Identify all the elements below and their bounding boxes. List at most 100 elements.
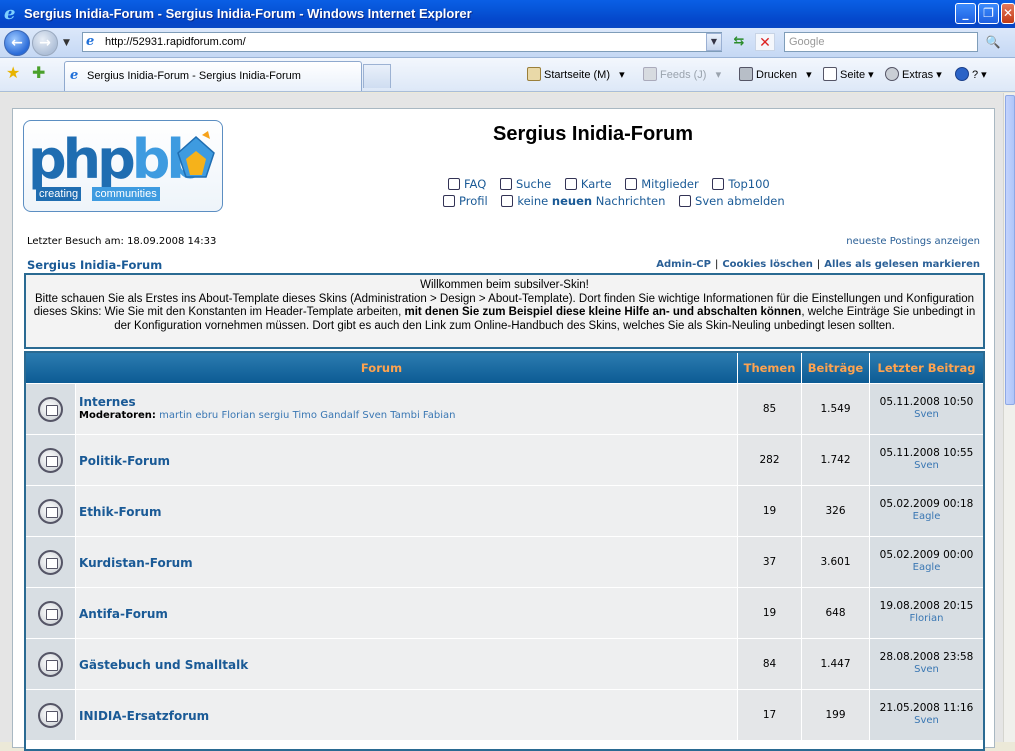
profile-icon	[443, 195, 455, 207]
forum-link[interactable]: INIDIA-Ersatzforum	[79, 709, 209, 723]
nav-messages[interactable]: keine neuen Nachrichten	[501, 194, 665, 208]
home-icon	[527, 67, 541, 81]
search-icon	[499, 178, 512, 190]
moderators: Moderatoren: martin ebru Florian sergiu …	[79, 410, 455, 421]
mark-all-read-link[interactable]: Alles als gelesen markieren	[824, 259, 980, 270]
last-post-user[interactable]: Eagle	[870, 511, 983, 522]
forum-link[interactable]: Antifa-Forum	[79, 607, 168, 621]
stop-icon[interactable]: ✕	[755, 33, 775, 51]
last-post-user[interactable]: Eagle	[870, 562, 983, 573]
tab-active[interactable]: e Sergius Inidia-Forum - Sergius Inidia-…	[64, 61, 362, 91]
scrollbar-thumb[interactable]	[1005, 95, 1015, 405]
last-post-date: 05.11.2008 10:55	[879, 447, 974, 459]
forum-status-cell	[26, 384, 76, 434]
search-icon[interactable]: 🔍	[982, 32, 1004, 52]
nav-logout[interactable]: Sven abmelden	[679, 194, 785, 208]
last-post-cell: 05.11.2008 10:50 Sven	[870, 384, 983, 434]
last-post-user[interactable]: Sven	[870, 664, 983, 675]
minimize-button[interactable]: _	[955, 3, 976, 24]
help-menu-button[interactable]: ? ▾	[955, 67, 987, 83]
forward-button[interactable]: →	[32, 30, 58, 56]
phpbb-logo[interactable]: phpbb creating communities	[23, 120, 223, 212]
search-input[interactable]: Google	[784, 32, 978, 52]
window-titlebar: e Sergius Inidia-Forum - Sergius Inidia-…	[0, 0, 1015, 28]
newest-posts-link[interactable]: neueste Postings anzeigen	[846, 236, 980, 247]
last-post-user[interactable]: Sven	[870, 460, 983, 471]
delete-cookies-link[interactable]: Cookies löschen	[722, 259, 813, 270]
history-dropdown-icon[interactable]: ▼	[63, 38, 70, 48]
maximize-button[interactable]: ❐	[978, 3, 999, 24]
favorites-star-icon[interactable]: ★	[6, 65, 20, 81]
nav-members[interactable]: Mitglieder	[625, 177, 699, 191]
logo-php: php	[28, 128, 136, 191]
last-post-cell: 21.05.2008 11:16 Sven	[870, 690, 983, 740]
beitraege-count: 199	[802, 690, 870, 740]
forum-read-icon	[38, 550, 63, 575]
forum-link[interactable]: Politik-Forum	[79, 454, 170, 468]
nav-top100[interactable]: Top100	[712, 177, 770, 191]
themen-count: 17	[738, 690, 802, 740]
feeds-button[interactable]: Feeds (J) ▾	[643, 67, 721, 83]
table-row: Politik-Forum 282 1.742 05.11.2008 10:55 Sve…	[26, 434, 983, 485]
tab-title: Sergius Inidia-Forum - Sergius Inidia-Fo…	[87, 70, 301, 82]
table-header: Forum Themen Beiträge Letzter Beitrag	[26, 353, 983, 383]
header-themen: Themen	[738, 353, 802, 383]
new-tab-button[interactable]	[363, 64, 391, 88]
breadcrumb[interactable]: Sergius Inidia-Forum	[27, 258, 162, 272]
moderator-links[interactable]: martin ebru Florian sergiu Timo Gandalf …	[159, 410, 455, 421]
welcome-heading: Willkommen beim subsilver-Skin!	[420, 279, 589, 291]
refresh-icon[interactable]: ⇆	[729, 33, 749, 51]
site-title: Sergius Inidia-Forum	[493, 123, 694, 145]
forum-name-cell: Antifa-Forum	[76, 588, 738, 638]
back-button[interactable]: ←	[4, 30, 30, 56]
nav-members-label: Mitglieder	[641, 177, 699, 191]
home-button[interactable]: Startseite (M) ▾	[527, 67, 625, 83]
nav-links-row2: Profil keine neuen Nachrichten Sven abme…	[443, 194, 795, 208]
address-dropdown-icon[interactable]: ▼	[706, 33, 722, 51]
separator: |	[714, 259, 719, 270]
beitraege-count: 1.742	[802, 435, 870, 485]
printer-icon	[739, 67, 753, 81]
nav-profile[interactable]: Profil	[443, 194, 488, 208]
nav-top100-label: Top100	[728, 177, 770, 191]
last-post-date: 19.08.2008 20:15	[879, 600, 974, 612]
home-label: Startseite (M)	[544, 69, 611, 81]
help-label: ?	[972, 69, 979, 81]
tools-menu-button[interactable]: Extras ▾	[885, 67, 942, 83]
top100-icon	[712, 178, 725, 190]
forum-name-cell: INIDIA-Ersatzforum	[76, 690, 738, 740]
welcome-text: Bitte schauen Sie als Erstes ins About-T…	[32, 293, 977, 334]
nav-faq[interactable]: FAQ	[448, 177, 486, 191]
forum-read-icon	[38, 652, 63, 677]
last-post-user[interactable]: Sven	[870, 715, 983, 726]
forum-link[interactable]: Ethik-Forum	[79, 505, 161, 519]
header-letzter-beitrag: Letzter Beitrag	[877, 361, 976, 375]
beitraege-count: 1.549	[802, 384, 870, 434]
vertical-scrollbar[interactable]	[1003, 93, 1015, 742]
forum-status-cell	[26, 639, 76, 689]
page-menu-button[interactable]: Seite ▾	[823, 67, 874, 83]
close-button[interactable]: ✕	[1001, 3, 1015, 24]
last-post-user[interactable]: Sven	[870, 409, 983, 420]
address-input[interactable]: e http://52931.rapidforum.com/	[82, 32, 722, 52]
admin-cp-link[interactable]: Admin-CP	[656, 259, 711, 270]
window-title: Sergius Inidia-Forum - Sergius Inidia-Fo…	[24, 6, 472, 21]
forum-read-icon	[38, 448, 63, 473]
forum-link[interactable]: Gästebuch und Smalltalk	[79, 658, 248, 672]
themen-count: 19	[738, 486, 802, 536]
forum-name-cell: Internes Moderatoren: martin ebru Florian…	[76, 384, 738, 434]
last-post-user[interactable]: Florian	[870, 613, 983, 624]
nav-search[interactable]: Suche	[499, 177, 551, 191]
nav-map[interactable]: Karte	[564, 177, 612, 191]
last-post-date: 28.08.2008 23:58	[879, 651, 974, 663]
forum-link[interactable]: Kurdistan-Forum	[79, 556, 193, 570]
members-icon	[625, 178, 638, 190]
nav-links-row1: FAQ Suche Karte Mitglieder Top100	[448, 177, 780, 191]
welcome-text-bold: mit denen Sie zum Beispiel diese kleine …	[404, 306, 802, 318]
print-button[interactable]: Drucken ▾	[739, 67, 812, 83]
logo-tag-communities: communities	[92, 187, 160, 201]
forum-table: Forum Themen Beiträge Letzter Beitrag In…	[24, 351, 985, 751]
add-favorite-icon[interactable]: ✚	[32, 65, 45, 81]
forum-name-cell: Ethik-Forum	[76, 486, 738, 536]
forum-link[interactable]: Internes	[79, 395, 136, 409]
